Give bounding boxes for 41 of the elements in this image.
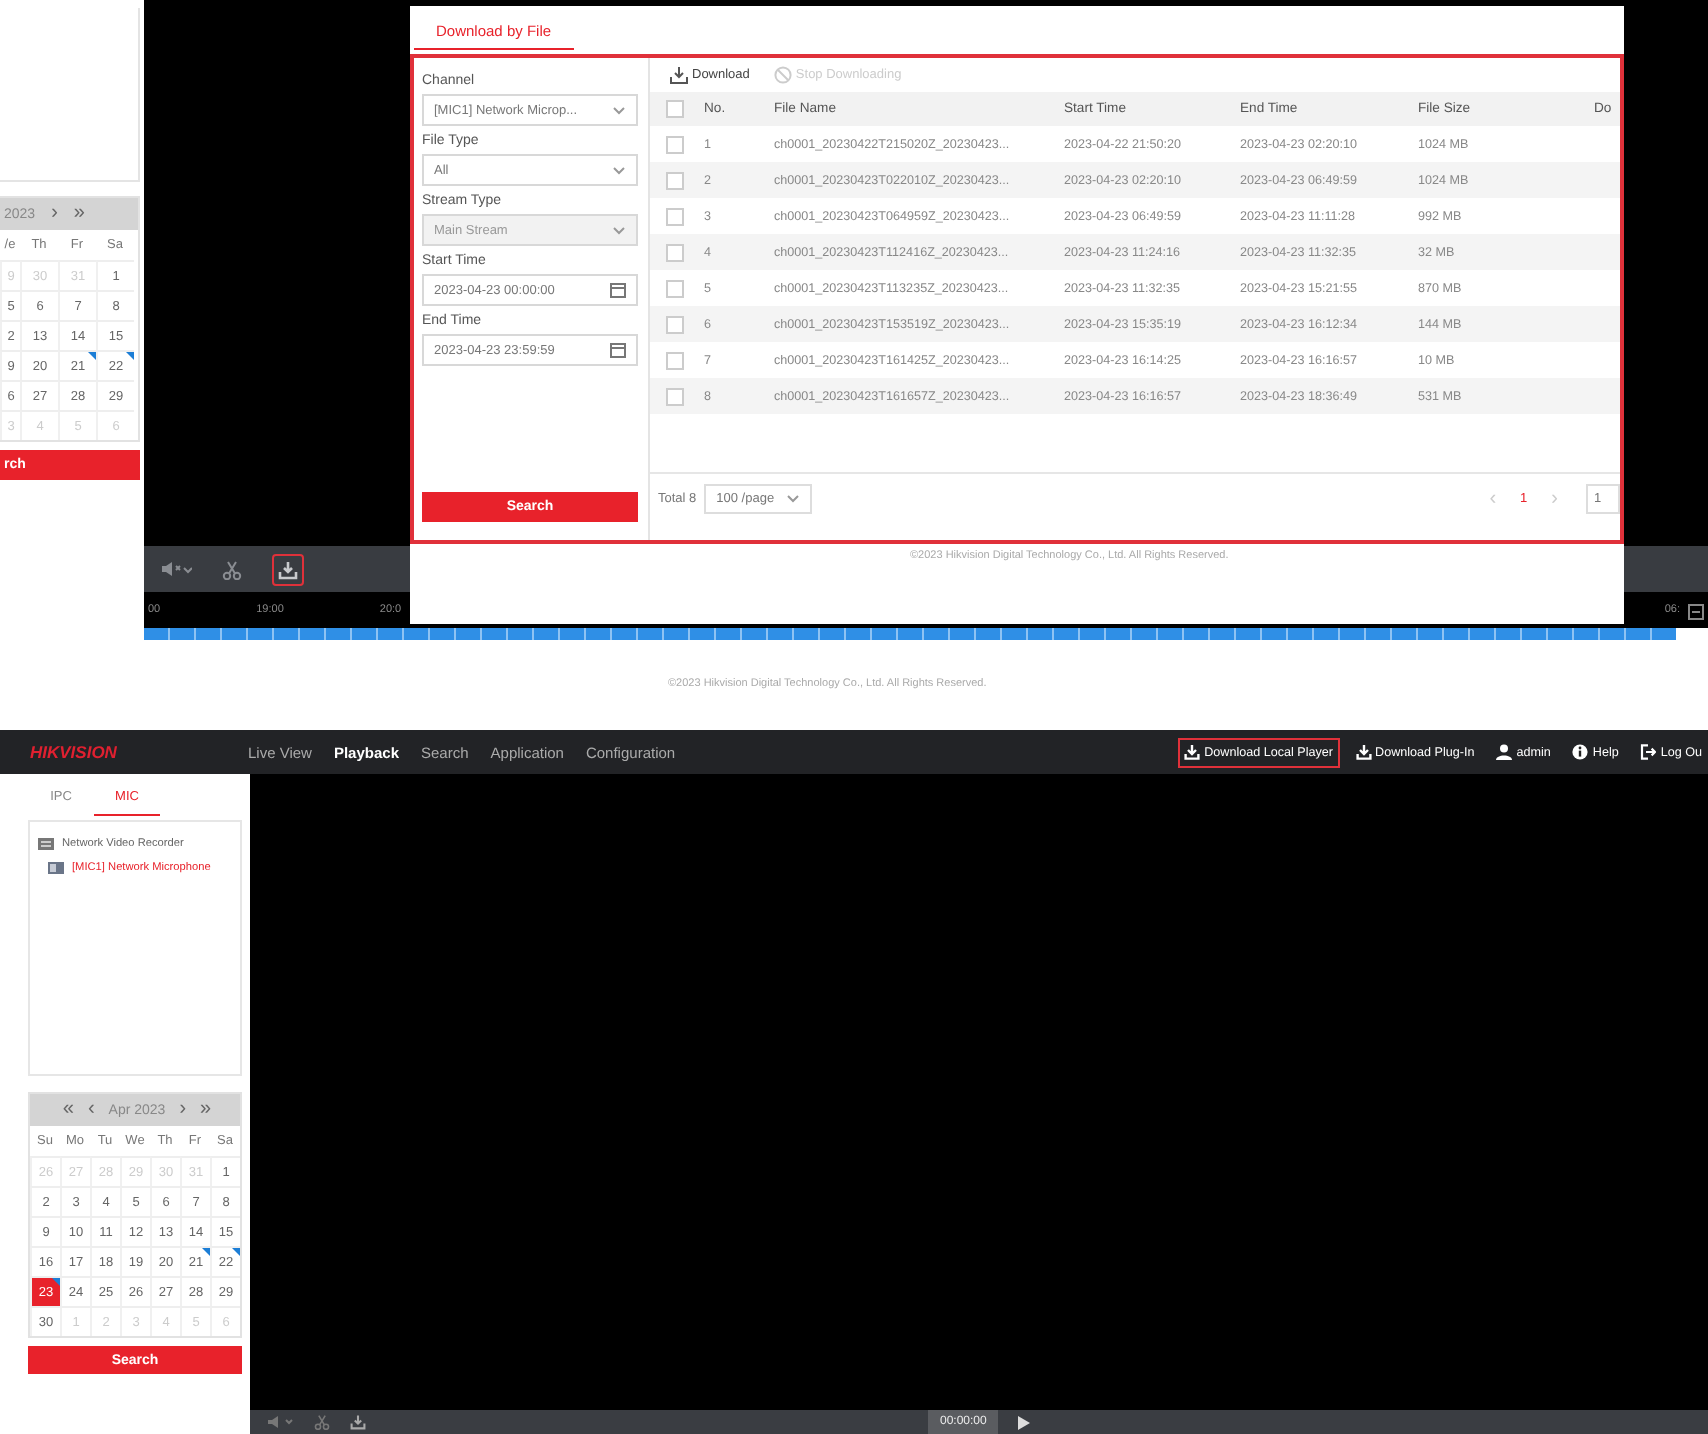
checkbox[interactable] xyxy=(665,279,683,297)
calendar-icon xyxy=(610,282,626,298)
timeline-track[interactable] xyxy=(144,628,1676,640)
chevron-down-icon xyxy=(612,165,626,175)
checkbox[interactable] xyxy=(665,243,683,261)
device-icon xyxy=(48,862,64,874)
download-icon[interactable] xyxy=(350,1414,366,1430)
previous-month-button[interactable]: ‹ xyxy=(87,1100,95,1120)
calendar-icon xyxy=(610,342,626,358)
checkbox[interactable] xyxy=(665,100,683,118)
download-icon xyxy=(1184,744,1201,760)
chevron-down-icon xyxy=(612,105,626,115)
logout-icon xyxy=(1640,744,1657,760)
checkbox[interactable] xyxy=(665,351,683,369)
download-icon xyxy=(1355,744,1372,760)
scissors-icon[interactable] xyxy=(314,1414,330,1430)
speaker-icon[interactable] xyxy=(266,1414,294,1430)
toolbar-button[interactable] xyxy=(272,553,304,585)
next-year-button[interactable]: » xyxy=(73,204,85,224)
chevron-down-icon xyxy=(786,494,801,504)
info-icon xyxy=(1572,744,1589,760)
checkbox[interactable] xyxy=(665,387,683,405)
previous-year-button[interactable]: « xyxy=(62,1100,74,1120)
download-icon xyxy=(670,66,688,84)
stop-icon xyxy=(773,66,792,84)
download-icon xyxy=(278,559,298,579)
checkbox[interactable] xyxy=(665,315,683,333)
play-icon[interactable] xyxy=(1018,1415,1031,1429)
chevron-down-icon xyxy=(612,225,626,235)
checkbox[interactable] xyxy=(665,135,683,153)
next-month-button[interactable]: › xyxy=(51,204,58,224)
speaker-icon xyxy=(160,560,192,578)
user-icon xyxy=(1496,744,1513,760)
fullscreen-icon[interactable] xyxy=(1688,604,1704,620)
next-year-button[interactable]: » xyxy=(200,1100,212,1120)
recorder-icon xyxy=(38,838,54,850)
next-month-button[interactable]: › xyxy=(179,1100,187,1120)
logo: HIKVISION xyxy=(30,742,119,762)
scissors-icon xyxy=(222,559,242,579)
checkbox[interactable] xyxy=(665,171,683,189)
checkbox[interactable] xyxy=(665,207,683,225)
